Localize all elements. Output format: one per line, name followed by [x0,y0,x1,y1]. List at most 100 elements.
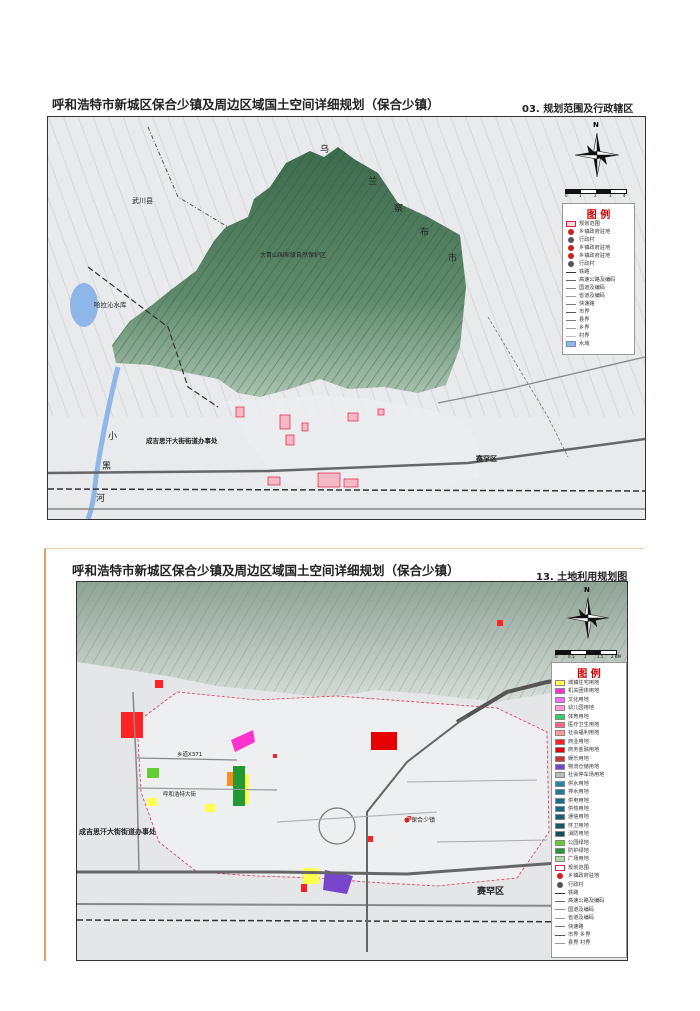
legend-label: 高速公路及编码 [568,898,605,905]
admin-map-canvas: 武川县 哈拉沁水库 乌 兰 察 布 市 大青山国家级自然保护区 成吉思汗大街街道… [48,117,645,519]
legend-item: 公园绿地 [555,839,624,847]
legend-item: 乡界 [566,324,632,332]
legend-label: 规划范围 [579,221,600,227]
legend-item: 行政村 [566,260,632,268]
scale-tick: 1 [584,654,587,659]
legend-line-icon [555,942,565,944]
map-frame-landuse: 成吉思汗大街街道办事处 赛罕区 保合少镇 呼和浩特大街 乡道X371 N 0 0… [76,581,628,961]
legend-item: 行政村 [566,236,632,244]
legend-line-icon [555,892,565,894]
legend-label: 国道及编码 [568,906,594,913]
legend-item: 县界 村界 [555,939,624,947]
legend-item: 规划范围 [555,864,624,872]
legend-line-icon [566,303,576,305]
legend-item: 快速路 [555,923,624,931]
legend-marker-icon [557,873,563,880]
label-reservoir: 哈拉沁水库 [94,300,127,309]
legend-label: 物流仓储用地 [568,764,600,770]
legend-swatch-icon [555,780,565,787]
legend-item: 通信用地 [555,813,624,821]
legend-label: 村界 [579,333,590,339]
scale-tick: 0.5 [568,654,575,659]
legend-swatch-icon [566,341,576,347]
north-label: N [584,586,590,594]
legend-swatch-icon [555,856,565,863]
label-wuchuan: 武川县 [132,196,153,205]
legend-swatch-icon [555,705,565,712]
township-marker [403,816,411,824]
legend-item: 排水用地 [555,788,624,796]
legend-item: 社会停车场用地 [555,771,624,779]
legend-line-icon [555,917,565,919]
legend-item: 防护绿地 [555,847,624,855]
legend-label: 城镇住宅用地 [568,680,600,686]
legend-label: 供电用地 [568,797,589,804]
legend-item: 商业用地 [555,738,624,746]
scale-bar: 0 0.5 1 1.5 2 KM [555,648,621,660]
legend-swatch-icon [555,680,565,686]
legend-landuse: 图 例 城镇住宅用地 机关团体用地 文化用地幼儿园用地 体育用地 医疗卫生用地 社会福利用… [551,662,627,958]
legend-label: 行政村 [579,237,595,243]
sheet-landuse: 呼和浩特市新城区保合少镇及周边区域国土空间详细规划（保合少镇） 13. 土地利用… [0,548,700,1011]
legend-item: 乡镇政府驻地 [555,872,624,880]
label-xiangdao: 乡道X371 [177,750,202,758]
legend-swatch-icon [555,839,565,846]
legend-item: 市界 乡界 [555,931,624,939]
legend-swatch-icon [555,696,565,703]
legend-marker-icon [568,229,574,235]
landuse-map-canvas: 成吉思汗大街街道办事处 赛罕区 保合少镇 呼和浩特大街 乡道X371 [77,582,627,960]
scale-tick: 2 KM [611,654,621,659]
legend-item: 娱乐用地 [555,755,624,763]
legend-label: 娱乐用地 [568,755,589,762]
scale-tick: 0 [565,193,568,198]
legend-item: 国道及编码 [566,284,632,292]
label-chengji: 成吉思汗大街街道办事处 [146,436,218,445]
label-baohe: 保合少镇 [411,816,435,824]
legend-admin: 图 例 规划范围 乡镇政府驻地 行政村 乡镇政府驻地 乡镇政府驻地 行政村 铁路 高速公路及编… [562,203,635,355]
legend-swatch-icon [566,221,576,227]
legend-swatch-icon [555,789,565,796]
legend-label: 幼儿园用地 [568,705,594,712]
legend-label: 规划范围 [568,864,589,871]
legend-label: 消防用地 [568,831,589,838]
legend-label: 机关团体用地 [568,688,600,695]
legend-item: 机关团体用地 [555,687,624,695]
legend-line-icon [555,909,565,911]
legend-item: 商务金融用地 [555,746,624,754]
legend-line-icon [566,311,576,313]
scale-tick: 4 [623,193,626,198]
legend-item: 广场用地 [555,855,624,863]
legend-line-icon [566,271,576,273]
sheet-top-edge [44,548,644,549]
legend-marker-icon [568,245,574,251]
legend-item: 水域 [566,340,632,348]
legend-label: 环卫用地 [568,822,589,829]
legend-swatch-icon [555,831,565,838]
legend-item: 规划范围 [566,220,632,228]
label-bu: 布 [420,226,429,238]
legend-label: 省道及编码 [579,293,605,299]
legend-swatch-icon [555,764,565,770]
legend-item: 供水用地 [555,780,624,788]
sheet-code: 03. 规划范围及行政辖区 [522,104,634,115]
legend-swatch-icon [555,797,565,804]
legend-marker-icon [568,261,574,267]
legend-swatch-icon [555,848,565,854]
label-chengji: 成吉思汗大街街道办事处 [79,827,157,836]
legend-item: 物流仓储用地 [555,763,624,771]
label-saihan: 赛罕区 [475,454,497,463]
legend-item: 体育用地 [555,713,624,721]
legend-label: 供热用地 [568,806,589,812]
legend-label: 文化用地 [568,696,589,703]
legend-marker-icon [568,253,574,259]
legend-item: 市界 [566,308,632,316]
legend-label: 乡镇政府驻地 [579,253,611,259]
legend-item: 社会福利用地 [555,729,624,737]
legend-label: 乡镇政府驻地 [579,245,611,251]
legend-line-icon [566,319,576,321]
legend-item: 省道及编码 [555,914,624,922]
label-he: 河 [96,492,105,504]
legend-item: 医疗卫生用地 [555,721,624,729]
legend-title: 图 例 [577,669,601,680]
label-saihan: 赛罕区 [476,885,504,897]
